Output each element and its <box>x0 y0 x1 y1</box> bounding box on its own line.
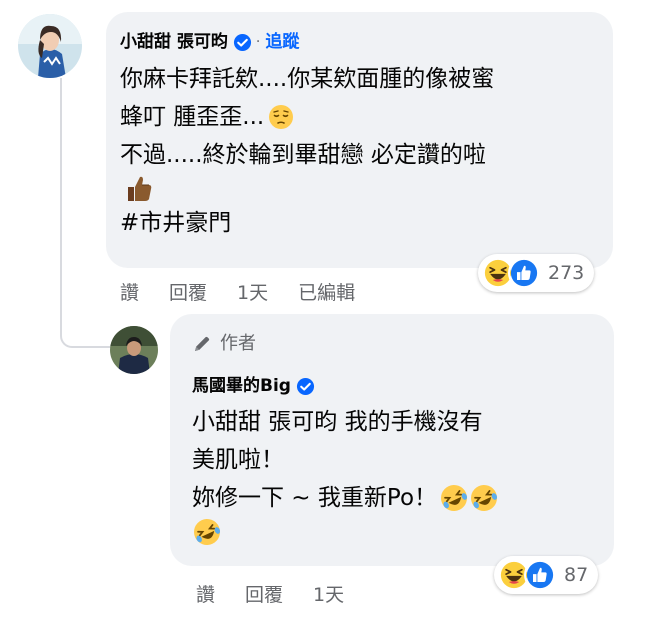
comment-bubble: 小甜甜 張可昀 · 追蹤 你麻卡拜託欸....你某欸面腫的像被蜜 蜂叮 腫歪歪.… <box>106 12 613 268</box>
rolling-laughing-emoji-icon <box>194 519 221 545</box>
rolling-laughing-emoji-icon <box>441 485 468 511</box>
follow-button[interactable]: 追蹤 <box>265 30 299 54</box>
like-button[interactable]: 讚 <box>120 278 139 305</box>
reply-author-name[interactable]: 馬國畢的Big <box>192 374 291 398</box>
like-reaction-icon <box>524 559 556 591</box>
verified-badge-icon <box>296 377 315 395</box>
comment-line: 蜂叮 腫歪歪... <box>120 98 494 136</box>
comment-line: #市井豪門 <box>120 210 232 236</box>
edited-label[interactable]: 已編輯 <box>298 278 355 305</box>
pen-icon <box>195 336 210 351</box>
reply-button[interactable]: 回覆 <box>245 580 283 607</box>
commenter-name[interactable]: 小甜甜 張可昀 <box>120 30 228 54</box>
like-button[interactable]: 讚 <box>196 580 215 607</box>
verified-badge-icon <box>233 33 251 51</box>
reply-line: 妳修一下 ~ 我重新Po！ <box>192 479 499 517</box>
reply-line-text: 妳修一下 ~ 我重新Po！ <box>192 485 438 511</box>
comment-actions: 讚 回覆 1天 已編輯 <box>120 278 385 305</box>
comment-line-text: 蜂叮 腫歪歪... <box>120 104 265 130</box>
reply-text: 小甜甜 張可昀 我的手機沒有 美肌啦！ 妳修一下 ~ 我重新Po！ <box>192 403 499 547</box>
comment-line <box>120 174 494 204</box>
comment-header: 小甜甜 張可昀 · 追蹤 <box>120 30 299 54</box>
author-badge-label: 作者 <box>220 333 256 354</box>
reaction-summary[interactable]: 87 <box>494 556 599 594</box>
comment-text: 你麻卡拜託欸....你某欸面腫的像被蜜 蜂叮 腫歪歪... 不過.....終於輪… <box>120 60 494 242</box>
reply-bubble: 作者 馬國畢的Big 小甜甜 張可昀 我的手機沒有 美肌啦！ 妳修一下 ~ 我重… <box>170 314 614 566</box>
reaction-count: 273 <box>548 262 585 284</box>
reply-thread-connector <box>60 78 112 348</box>
reply-button[interactable]: 回覆 <box>169 278 207 305</box>
reaction-summary[interactable]: 273 <box>478 254 595 292</box>
rolling-laughing-emoji-icon <box>471 485 498 511</box>
pensive-face-emoji-icon <box>269 105 294 129</box>
comment-line: 你麻卡拜託欸....你某欸面腫的像被蜜 <box>120 66 495 92</box>
reply-timestamp[interactable]: 1天 <box>313 580 344 607</box>
separator-dot: · <box>255 34 261 50</box>
reply-author-avatar[interactable] <box>110 326 158 374</box>
reaction-count: 87 <box>564 564 589 586</box>
commenter-avatar[interactable] <box>18 14 82 78</box>
reply-actions: 讚 回覆 1天 <box>196 580 374 607</box>
author-badge: 作者 <box>192 332 256 356</box>
comment-line: 不過.....終於輪到畢甜戀 必定讚的啦 <box>120 142 486 168</box>
like-reaction-icon <box>508 257 540 289</box>
reply-line <box>192 517 499 547</box>
reply-header: 馬國畢的Big <box>192 374 315 398</box>
thumbs-up-emoji-icon <box>128 176 152 201</box>
reply-line: 小甜甜 張可昀 我的手機沒有 <box>192 409 483 435</box>
reply-line: 美肌啦！ <box>192 447 284 473</box>
comment-timestamp[interactable]: 1天 <box>237 278 268 305</box>
